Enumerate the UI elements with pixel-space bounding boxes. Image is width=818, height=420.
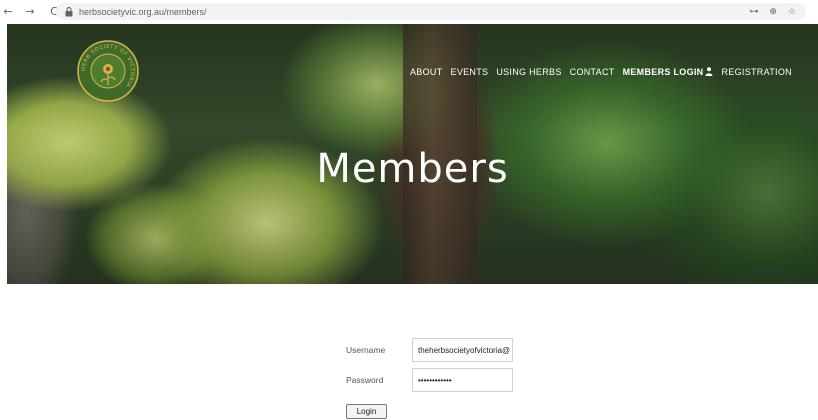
main-nav: ABOUT EVENTS USING HERBS CONTACT MEMBERS…: [410, 67, 800, 77]
password-input[interactable]: ••••••••••••: [412, 368, 513, 392]
username-input[interactable]: theherbsocietyofvictoria@: [412, 338, 513, 362]
forward-icon[interactable]: →: [22, 3, 38, 19]
site-logo[interactable]: HERB SOCIETY OF VICTORIA: [77, 40, 139, 102]
nav-registration[interactable]: REGISTRATION: [721, 67, 791, 77]
nav-members-login-label: MEMBERS LOGIN: [622, 67, 704, 77]
browser-toolbar: ← → C herbsocietyvic.org.au/members/ ⊶ ⊕…: [0, 0, 818, 22]
nav-using-herbs[interactable]: USING HERBS: [496, 67, 561, 77]
password-label: Password: [346, 375, 384, 385]
back-icon[interactable]: ←: [0, 3, 16, 19]
nav-about[interactable]: ABOUT: [410, 67, 443, 77]
key-icon[interactable]: ⊶: [749, 7, 758, 17]
person-icon: [705, 67, 713, 76]
nav-members-login[interactable]: MEMBERS LOGIN: [623, 67, 714, 77]
nav-events[interactable]: EVENTS: [451, 67, 489, 77]
nav-contact[interactable]: CONTACT: [570, 67, 615, 77]
lock-icon: [64, 6, 73, 17]
bookmark-star-icon[interactable]: ☆: [788, 7, 796, 17]
login-button[interactable]: Login: [346, 404, 387, 419]
share-icon[interactable]: ⊕: [769, 7, 777, 17]
page-title: Members: [316, 146, 509, 192]
address-bar[interactable]: herbsocietyvic.org.au/members/ ⊶ ⊕ ☆: [56, 3, 806, 20]
username-label: Username: [346, 345, 386, 355]
hero-banner: HERB SOCIETY OF VICTORIA ABOUT EVENTS US…: [7, 24, 818, 284]
url-text: herbsocietyvic.org.au/members/: [79, 6, 207, 17]
